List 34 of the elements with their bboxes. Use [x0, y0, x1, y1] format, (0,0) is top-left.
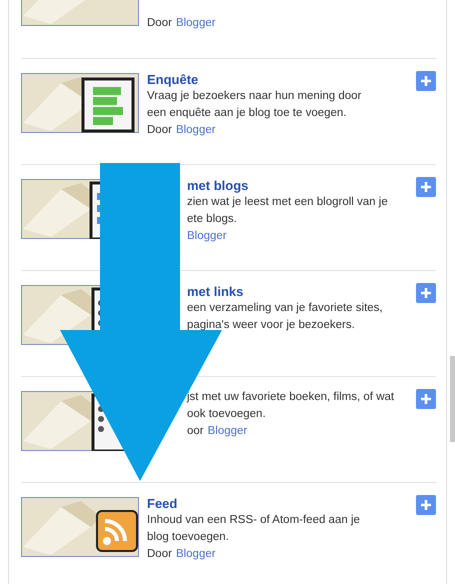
byline-label: Door	[147, 16, 172, 31]
widget-description: een enquête aan je blog toe te voegen.	[147, 106, 348, 121]
author-link[interactable]: Blogger	[208, 423, 248, 440]
add-widget-button[interactable]	[416, 177, 436, 197]
add-widget-button[interactable]	[416, 495, 436, 515]
author-link[interactable]: Blogger	[176, 122, 216, 139]
widget-description: een verzameling van je favoriete sites,	[187, 301, 384, 316]
plus-icon	[420, 499, 432, 511]
widget-description: ook toevoegen.	[187, 407, 267, 422]
plus-icon	[420, 393, 432, 405]
add-widget-button[interactable]	[416, 283, 436, 303]
widget-title: Enquête	[147, 71, 200, 88]
widget-description: Inhoud van een RSS- of Atom-feed aan je	[147, 513, 361, 528]
author-link[interactable]: Blogger	[176, 546, 216, 563]
widget-description: ete blogs.	[187, 212, 238, 227]
widget-title: met blogs	[187, 177, 250, 194]
byline-label: Door	[147, 123, 172, 138]
widget-description: Vraag je bezoekers naar hun mening door	[147, 89, 362, 104]
widget-description: pagina's weer voor je bezoekers.	[187, 318, 356, 333]
plus-icon	[420, 287, 432, 299]
author-link[interactable]: Blogger	[176, 15, 216, 32]
scrollbar-thumb[interactable]	[450, 356, 455, 442]
widget-title: Feed	[147, 495, 178, 512]
widget-description: jst met uw favoriete boeken, films, of wat	[187, 390, 396, 405]
author-link[interactable]: Blogger	[187, 228, 227, 245]
add-widget-button[interactable]	[416, 389, 436, 409]
byline-label: oor	[187, 424, 204, 439]
widget-description: zien wat je leest met een blogroll van je	[187, 195, 389, 210]
plus-icon	[420, 75, 432, 87]
widget-title: met links	[187, 283, 244, 300]
add-widget-button[interactable]	[416, 71, 436, 91]
plus-icon	[420, 181, 432, 193]
byline-label: Door	[147, 547, 172, 562]
widget-description: blog toevoegen.	[147, 530, 230, 545]
